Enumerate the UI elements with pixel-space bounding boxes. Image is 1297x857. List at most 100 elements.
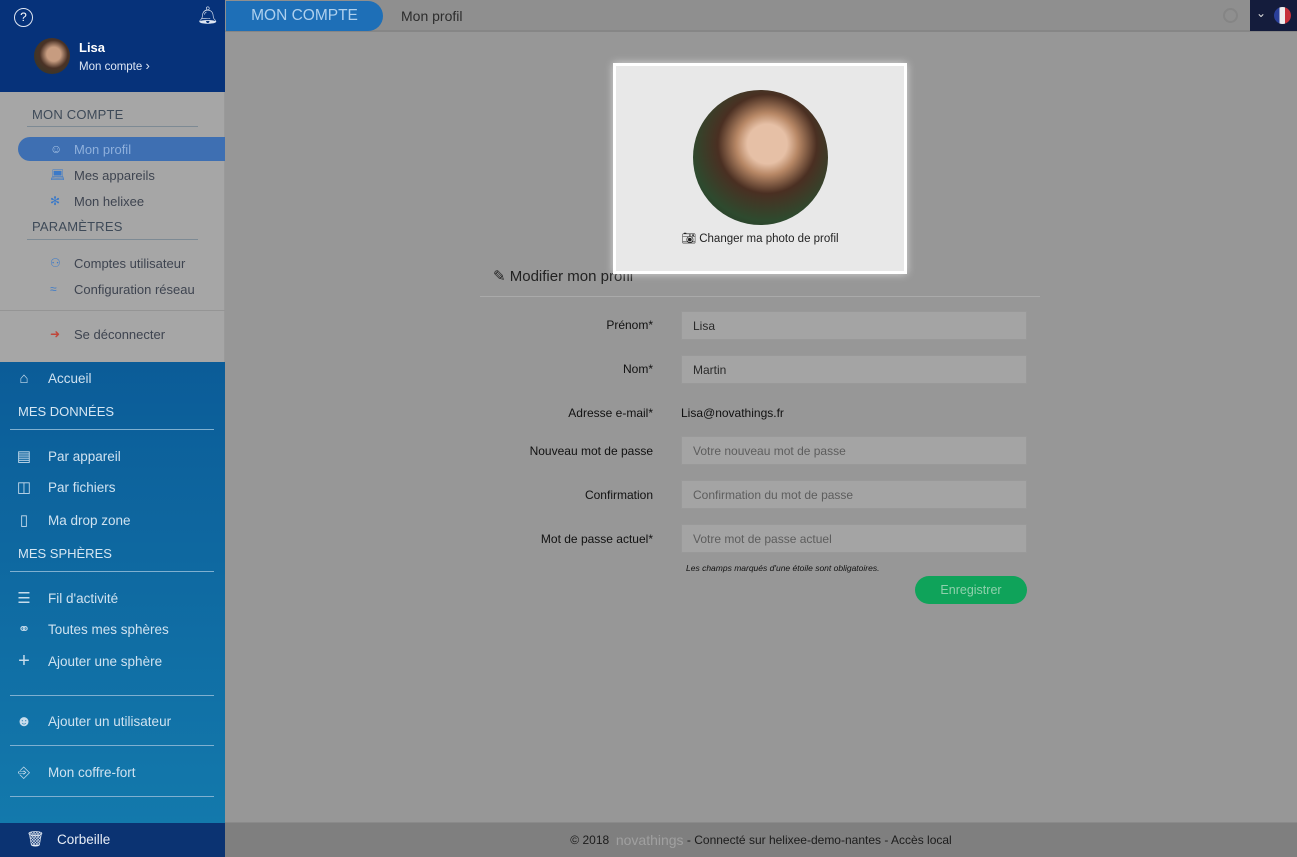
nav-label: Ajouter une sphère xyxy=(48,653,163,669)
files-icon: ◫ xyxy=(16,479,32,496)
top-bar xyxy=(225,0,1297,32)
drop-zone-icon: ▯ xyxy=(19,512,29,529)
divider xyxy=(0,310,225,311)
nav-label: Fil d'activité xyxy=(48,590,119,606)
menu-item-mes-appareils[interactable]: 💻︎ Mes appareils xyxy=(18,163,225,187)
nav-label: Mon coffre-fort xyxy=(48,764,136,780)
save-button[interactable]: Enregistrer xyxy=(915,576,1027,604)
add-user-icon: ☻ xyxy=(16,712,32,730)
menu-label: Comptes utilisateur xyxy=(74,255,186,271)
change-photo-link[interactable]: 📷︎ Changer ma photo de profil xyxy=(616,231,904,245)
bell-icon[interactable]: 🔔︎ xyxy=(197,6,219,26)
email-value: Lisa@novathings.fr xyxy=(681,406,784,420)
nav-par-appareil[interactable]: ▤ Par appareil xyxy=(0,441,225,471)
divider xyxy=(27,126,198,127)
new-password-input[interactable]: Votre nouveau mot de passe xyxy=(681,436,1027,465)
nav-accueil[interactable]: ⌂ Accueil xyxy=(0,363,225,393)
nav-label: Par appareil xyxy=(48,448,121,464)
nav-label: Corbeille xyxy=(57,832,111,847)
nav-toutes-mes-spheres[interactable]: ⚭ Toutes mes sphères xyxy=(0,614,225,644)
laptop-icon: 💻︎ xyxy=(50,168,66,182)
required-note: Les champs marqués d'une étoile sont obl… xyxy=(686,563,880,573)
section-mon-compte: MON COMPTE xyxy=(32,107,124,122)
divider xyxy=(10,695,214,696)
nav-ma-drop-zone[interactable]: ▯ Ma drop zone xyxy=(0,505,225,535)
helixee-icon: ✻ xyxy=(50,194,61,208)
label-email: Adresse e-mail* xyxy=(568,406,653,420)
lock-icon: ⎆ xyxy=(17,763,30,781)
nav-corbeille[interactable]: 🗑︎ Corbeille xyxy=(0,823,225,857)
nav-label: Accueil xyxy=(48,370,92,386)
firstname-input[interactable]: Lisa xyxy=(681,311,1027,340)
status-icon xyxy=(1223,8,1238,23)
label-new-password: Nouveau mot de passe xyxy=(529,444,653,458)
devices-icon: ▤ xyxy=(16,448,32,465)
menu-label: Mon helixee xyxy=(74,193,145,209)
tab-mon-compte[interactable]: MON COMPTE xyxy=(226,1,383,31)
menu-item-mon-helixee[interactable]: ✻ Mon helixee xyxy=(18,189,225,213)
trash-icon: 🗑︎ xyxy=(26,831,46,848)
list-icon: ☰ xyxy=(17,590,31,607)
breadcrumb: Mon profil xyxy=(401,8,463,24)
lastname-input[interactable]: Martin xyxy=(681,355,1027,384)
logout-button[interactable]: ➜ Se déconnecter xyxy=(18,322,225,346)
menu-item-comptes-utilisateur[interactable]: ⚇ Comptes utilisateur xyxy=(18,251,225,275)
home-icon: ⌂ xyxy=(19,369,29,387)
copyright: © 2018 xyxy=(570,833,610,847)
user-name: Lisa xyxy=(79,40,106,55)
user-icon: ☺ xyxy=(50,142,63,156)
divider xyxy=(480,296,1040,297)
nav-label: Ajouter un utilisateur xyxy=(48,713,172,729)
confirm-password-input[interactable]: Confirmation du mot de passe xyxy=(681,480,1027,509)
current-password-input[interactable]: Votre mot de passe actuel xyxy=(681,524,1027,553)
brand-logo: novathings xyxy=(615,832,684,848)
footer: © 2018 novathings - Connecté sur helixee… xyxy=(225,822,1297,857)
menu-label: Configuration réseau xyxy=(74,281,195,297)
connection-status: - Connecté sur helixee-demo-nantes - Acc… xyxy=(686,833,952,847)
flag-fr-icon xyxy=(1274,7,1291,24)
nav-label: Toutes mes sphères xyxy=(48,621,169,637)
sidebar-user-header: ? 🔔︎ Lisa Mon compte › xyxy=(0,0,225,92)
divider xyxy=(27,239,198,240)
account-link[interactable]: Mon compte › xyxy=(79,58,150,73)
nav-ajouter-utilisateur[interactable]: ☻ Ajouter un utilisateur xyxy=(0,706,225,736)
logout-icon: ➜ xyxy=(50,327,61,341)
change-photo-label: Changer ma photo de profil xyxy=(699,233,839,245)
help-icon[interactable]: ? xyxy=(14,8,33,27)
profile-photo[interactable] xyxy=(693,90,828,225)
main-navigation: ⌂ Accueil MES DONNÉES ▤ Par appareil ◫ Par … xyxy=(0,362,225,823)
menu-label: Se déconnecter xyxy=(74,326,166,342)
nav-par-fichiers[interactable]: ◫ Par fichiers xyxy=(0,472,225,502)
menu-item-mon-profil[interactable]: ☺ Mon profil xyxy=(18,137,225,161)
users-icon: ⚇ xyxy=(50,256,61,270)
divider xyxy=(10,429,214,430)
menu-item-configuration-reseau[interactable]: ≈ Configuration réseau xyxy=(18,277,225,301)
account-link-label: Mon compte xyxy=(79,61,143,73)
label-nom: Nom* xyxy=(622,362,653,376)
section-parametres: PARAMÈTRES xyxy=(32,219,123,234)
nav-label: Ma drop zone xyxy=(48,512,131,528)
nav-coffre-fort[interactable]: ⎆ Mon coffre-fort xyxy=(0,757,225,787)
camera-icon: 📷︎ xyxy=(681,233,697,245)
avatar[interactable] xyxy=(34,38,70,74)
chevron-right-icon: › xyxy=(145,58,150,73)
nav-ajouter-sphere[interactable]: + Ajouter une sphère xyxy=(0,646,225,676)
profile-photo-panel: 📷︎ Changer ma photo de profil xyxy=(613,63,907,274)
section-mes-donnees: MES DONNÉES xyxy=(18,404,115,419)
language-selector[interactable]: ⌄ xyxy=(1250,0,1297,31)
label-prenom: Prénom* xyxy=(606,318,653,332)
plus-icon: + xyxy=(18,649,30,672)
nav-fil-activite[interactable]: ☰ Fil d'activité xyxy=(0,583,225,613)
section-mes-spheres: MES SPHÈRES xyxy=(18,546,112,561)
nav-label: Par fichiers xyxy=(48,479,116,495)
menu-label: Mon profil xyxy=(74,141,132,157)
wifi-icon: ≈ xyxy=(50,282,57,296)
divider xyxy=(10,796,214,797)
pencil-icon: ✎ xyxy=(493,268,506,285)
sphere-icon: ⚭ xyxy=(17,621,31,638)
menu-label: Mes appareils xyxy=(74,167,155,183)
label-current-password: Mot de passe actuel* xyxy=(540,532,653,546)
chevron-down-icon: ⌄ xyxy=(1256,6,1267,20)
label-confirmation: Confirmation xyxy=(584,488,653,502)
divider xyxy=(10,571,214,572)
